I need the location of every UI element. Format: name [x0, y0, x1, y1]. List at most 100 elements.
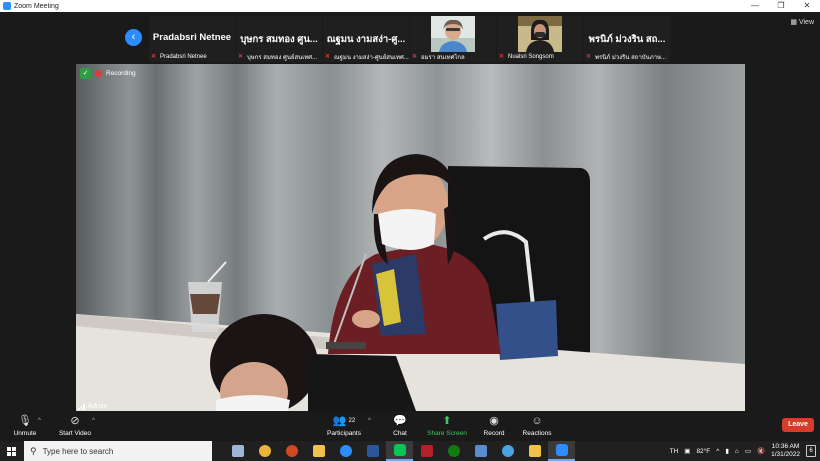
taskbar-app-zoom[interactable]: [548, 441, 575, 461]
taskbar-apps: [224, 441, 575, 461]
participant-caption: ✕ ณฐมน งามสง่า-ศูนย์สนเทศ...: [325, 52, 409, 62]
reactions-button[interactable]: ☺ Reactions: [522, 414, 552, 437]
start-video-button[interactable]: ⊘ Start Video: [56, 414, 94, 437]
microphone-muted-icon: 🎙: [18, 415, 32, 427]
participant-video-thumbnail: [431, 16, 475, 52]
search-icon: ⚲: [30, 445, 37, 456]
word-icon: [366, 445, 379, 457]
title-bar: Zoom Meeting — ❐ ✕: [0, 0, 820, 12]
taskbar-app-chrome[interactable]: [251, 441, 278, 461]
network-icon[interactable]: ⌂: [735, 448, 739, 455]
taskbar-app-powerpoint[interactable]: [278, 441, 305, 461]
grid-view-icon: ▦: [790, 19, 797, 26]
participant-tile[interactable]: พรนิภ์ ม่วงริน สถ... ✕ พรนิภ์ ม่วงริน สถ…: [584, 16, 670, 62]
participant-name: อมรา สนเทศไกล: [421, 55, 465, 61]
reactions-label: Reactions: [522, 430, 552, 437]
taskbar-app-calculator[interactable]: [467, 441, 494, 461]
mic-muted-icon: ✕: [151, 53, 157, 60]
start-button[interactable]: [0, 441, 22, 461]
taskbar-app-edge[interactable]: [332, 441, 359, 461]
signal-bars-icon: [78, 403, 85, 410]
taskbar-app-task-view[interactable]: [224, 441, 251, 461]
battery-icon[interactable]: ▭: [745, 447, 751, 455]
mic-muted-icon: ✕: [499, 53, 505, 60]
shield-icon: ✓: [80, 68, 91, 79]
previous-page-button[interactable]: ‹: [125, 29, 142, 46]
mic-muted-icon: ✕: [238, 53, 244, 60]
taskbar-app-word[interactable]: [359, 441, 386, 461]
participant-display-name: ณฐมน งามสง่า-ศู...: [326, 34, 406, 45]
close-button[interactable]: ✕: [794, 0, 820, 12]
usb-icon[interactable]: ▮: [725, 447, 729, 455]
participant-caption: ✕ Pradabsri Netnee: [151, 52, 235, 62]
chat-label: Chat: [393, 430, 407, 437]
participant-tile[interactable]: ✕ อมรา สนเทศไกล: [410, 16, 496, 62]
meeting-controls: 🎙 Unmute ^ ⊘ Start Video ^ 👥 22 Participa…: [0, 411, 820, 441]
share-screen-button[interactable]: ⬆ Share Screen: [426, 414, 468, 437]
task-view-icon: [231, 445, 244, 457]
taskbar-search[interactable]: ⚲ Type here to search: [24, 441, 212, 461]
taskbar-app-explorer[interactable]: [305, 441, 332, 461]
powerpoint-icon: [285, 445, 298, 457]
notification-center-icon[interactable]: 6: [806, 445, 816, 457]
audio-options-caret[interactable]: ^: [38, 418, 41, 424]
speaker-name-tag: Admin: [78, 403, 107, 410]
participant-video-thumbnail: [518, 16, 562, 52]
record-icon: ◉: [489, 415, 499, 427]
participant-tile[interactable]: Pradabsri Netnee ✕ Pradabsri Netnee: [149, 16, 235, 62]
taskbar-app-xbox[interactable]: [440, 441, 467, 461]
participant-tile[interactable]: ✕ Nualsri Songsom: [497, 16, 583, 62]
view-button[interactable]: ▦ View: [790, 18, 814, 26]
participant-tile[interactable]: บุษกร สมทอง ศูน... ✕ บุษกร สมทอง ศูนย์สน…: [236, 16, 322, 62]
folder-icon: [312, 445, 325, 457]
clock-time: 10:36 AM: [771, 443, 800, 450]
clock[interactable]: 10:36 AM 1/31/2022: [771, 443, 800, 459]
participants-button[interactable]: 👥 22 Participants: [324, 414, 364, 437]
chat-icon: 💬: [393, 415, 407, 427]
video-options-caret[interactable]: ^: [92, 418, 95, 424]
window-title: Zoom Meeting: [14, 2, 59, 10]
input-language[interactable]: TH: [670, 448, 679, 455]
system-tray: TH ▣ 82°F ^ ▮ ⌂ ▭ 🔇 10:36 AM 1/31/2022 6: [670, 441, 820, 461]
taskbar-app-chrome-2[interactable]: [494, 441, 521, 461]
participant-display-name: บุษกร สมทอง ศูน...: [240, 34, 318, 45]
windows-taskbar: ⚲ Type here to search TH ▣ 82°F ^ ▮ ⌂ ▭: [0, 441, 820, 461]
minimize-button[interactable]: —: [742, 0, 768, 12]
recording-dot-icon: [95, 70, 102, 77]
taskbar-app-files[interactable]: [521, 441, 548, 461]
participant-name: ณฐมน งามสง่า-ศูนย์สนเทศ...: [334, 55, 409, 61]
recording-indicator: ✓ Recording: [80, 68, 136, 79]
mic-muted-icon: ✕: [412, 53, 418, 60]
volume-muted-icon[interactable]: 🔇: [757, 447, 765, 455]
search-placeholder: Type here to search: [42, 446, 114, 456]
start-video-label: Start Video: [58, 430, 92, 437]
reactions-icon: ☺: [531, 415, 543, 427]
chat-button[interactable]: 💬 Chat: [388, 414, 412, 437]
taskbar-app-media[interactable]: [413, 441, 440, 461]
participant-caption: ✕ พรนิภ์ ม่วงริน สถาบันภาษ...: [586, 52, 670, 62]
unmute-button[interactable]: 🎙 Unmute: [12, 414, 38, 437]
leave-button[interactable]: Leave: [782, 418, 814, 432]
participant-name: Pradabsri Netnee: [160, 54, 207, 60]
view-button-label: View: [798, 19, 814, 26]
restore-button[interactable]: ❐: [768, 0, 794, 12]
temperature[interactable]: 82°F: [696, 448, 710, 455]
record-button[interactable]: ◉ Record: [482, 414, 506, 437]
weather-icon: ▣: [684, 448, 691, 455]
calculator-icon: [474, 445, 487, 457]
unmute-label: Unmute: [13, 430, 37, 437]
participant-caption: ✕ อมรา สนเทศไกล: [412, 52, 496, 62]
taskbar-app-line[interactable]: [386, 441, 413, 461]
mic-muted-icon: ✕: [586, 53, 592, 60]
share-screen-label: Share Screen: [427, 430, 467, 437]
chevron-up-icon[interactable]: ^: [716, 448, 719, 455]
participant-caption: ✕ บุษกร สมทอง ศูนย์สนเทศ...: [238, 52, 322, 62]
participant-caption: ✕ Nualsri Songsom: [499, 52, 583, 62]
speaker-video-frame: [76, 154, 745, 411]
participant-display-name: พรนิภ์ ม่วงริน สถ...: [588, 34, 666, 45]
file-explorer-icon: [528, 445, 541, 457]
participant-tile[interactable]: ณฐมน งามสง่า-ศู... ✕ ณฐมน งามสง่า-ศูนย์ส…: [323, 16, 409, 62]
participants-options-caret[interactable]: ^: [368, 418, 371, 424]
chrome-icon: [258, 445, 271, 457]
video-off-icon: ⊘: [70, 415, 80, 427]
